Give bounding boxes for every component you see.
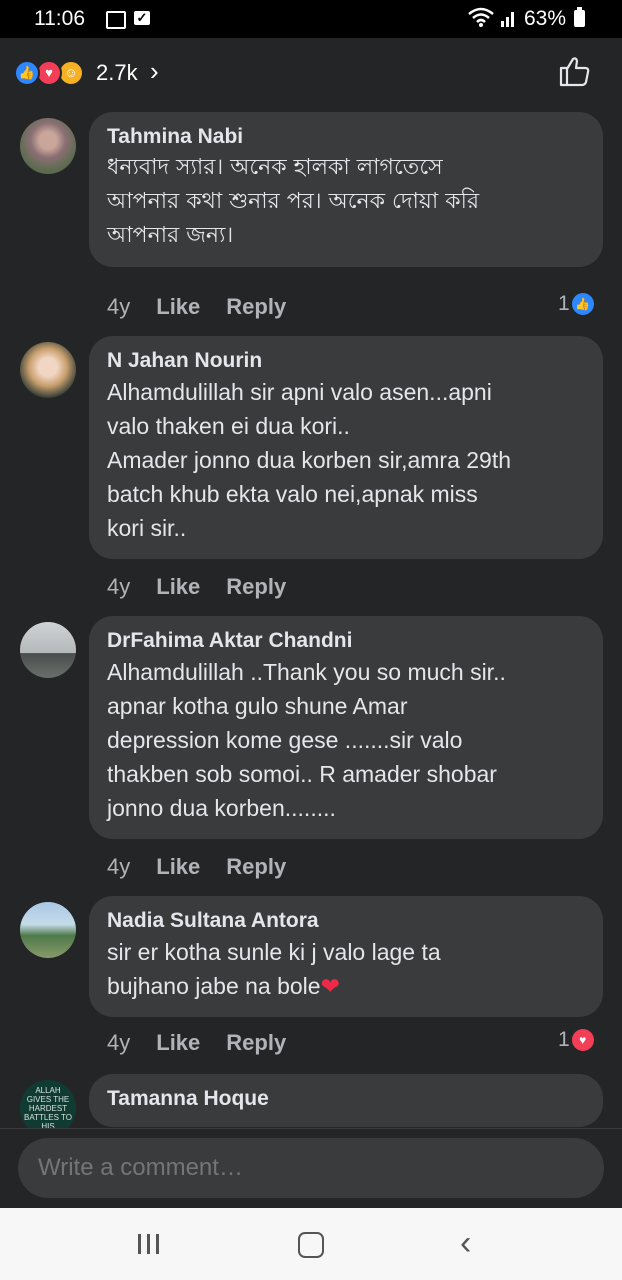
comment-bubble[interactable]: Nadia Sultana Antora sir er kotha sunle … xyxy=(89,896,603,1017)
comment-bubble[interactable]: DrFahima Aktar Chandni Alhamdulillah ..T… xyxy=(89,616,603,839)
chevron-right-icon[interactable]: › xyxy=(150,56,159,87)
comment-bubble[interactable]: Tamanna Hoque xyxy=(89,1074,603,1127)
comment-line: apnar kotha gulo shune Amar xyxy=(107,693,408,719)
comment-list[interactable]: Tahmina Nabi ধন্যবাদ স্যার। অনেক হালকা ল… xyxy=(0,110,622,1130)
home-icon[interactable] xyxy=(298,1232,324,1258)
system-nav-bar: ‹ xyxy=(0,1208,622,1280)
back-icon[interactable]: ‹ xyxy=(460,1226,471,1260)
status-bar: 11:06 ✓ 63% xyxy=(0,0,622,38)
comment-line: Alhamdulillah ..Thank you so much sir.. xyxy=(107,659,506,685)
reaction-count[interactable]: 2.7k xyxy=(96,60,138,86)
comment-line: ধন্যবাদ স্যার। অনেক হালকা লাগতেসে xyxy=(107,155,443,180)
status-time: 11:06 xyxy=(34,7,85,30)
avatar[interactable] xyxy=(20,118,76,174)
image-icon xyxy=(106,11,126,29)
comment-time: 4y xyxy=(107,294,131,319)
avatar[interactable] xyxy=(20,342,76,398)
comment-actions: 4y Like Reply xyxy=(107,1030,312,1056)
love-reaction-icon: ♥ xyxy=(571,1029,594,1052)
heart-icon: ❤ xyxy=(320,973,340,999)
comment-time: 4y xyxy=(107,854,131,879)
comment-reaction-count[interactable]: 1 👍 xyxy=(558,292,594,316)
comment-text: Alhamdulillah sir apni valo asen...apni v… xyxy=(107,375,585,545)
comment-text: Alhamdulillah ..Thank you so much sir.. a… xyxy=(107,655,585,825)
commenter-name[interactable]: Tahmina Nabi xyxy=(107,123,585,151)
comment-line: depression kome gese .......sir valo xyxy=(107,727,463,753)
comment-line: আপনার কথা শুনার পর। অনেক দোয়া করি xyxy=(107,189,480,214)
battery-percent: 63% xyxy=(524,7,567,30)
comment-actions: 4y Like Reply xyxy=(107,294,312,320)
signal-icon xyxy=(501,12,514,27)
battery-icon xyxy=(574,7,585,27)
comment-text: sir er kotha sunle ki j valo lage ta bujh… xyxy=(107,935,585,1003)
comment-line: bujhano jabe na bole xyxy=(107,973,321,999)
comment-line: আপনার জন্য। xyxy=(107,223,234,248)
comment-time: 4y xyxy=(107,1030,131,1055)
reply-button[interactable]: Reply xyxy=(226,1030,286,1055)
comment-bubble[interactable]: Tahmina Nabi ধন্যবাদ স্যার। অনেক হালকা ল… xyxy=(89,112,603,267)
like-reaction-icon: 👍 xyxy=(14,60,40,86)
reply-button[interactable]: Reply xyxy=(226,574,286,599)
commenter-name[interactable]: Tamanna Hoque xyxy=(107,1085,585,1113)
like-button[interactable]: Like xyxy=(156,1030,200,1055)
comment-input[interactable] xyxy=(18,1138,604,1198)
comment-composer xyxy=(0,1128,622,1209)
comment-line: thakben sob somoi.. R amader shobar xyxy=(107,761,497,787)
comment-line: valo thaken ei dua kori.. xyxy=(107,413,350,439)
commenter-name[interactable]: DrFahima Aktar Chandni xyxy=(107,627,585,655)
avatar[interactable] xyxy=(20,902,76,958)
like-button[interactable]: Like xyxy=(156,854,200,879)
comment-line: jonno dua korben........ xyxy=(107,795,336,821)
comment-line: kori sir.. xyxy=(107,515,187,541)
comment-line: Alhamdulillah sir apni valo asen...apni xyxy=(107,379,492,405)
comment-actions: 4y Like Reply xyxy=(107,574,312,600)
like-reaction-icon: 👍 xyxy=(571,293,594,316)
thumbs-up-icon[interactable] xyxy=(558,54,592,88)
reply-button[interactable]: Reply xyxy=(226,294,286,319)
avatar[interactable] xyxy=(20,622,76,678)
comment-text: ধন্যবাদ স্যার। অনেক হালকা লাগতেসে আপনার ক… xyxy=(107,151,585,253)
recent-apps-icon[interactable] xyxy=(136,1232,162,1256)
comment-line: batch khub ekta valo nei,apnak miss xyxy=(107,481,478,507)
commenter-name[interactable]: N Jahan Nourin xyxy=(107,347,585,375)
reactions-bar[interactable]: 👍 ♥ ☺ 2.7k › xyxy=(0,38,622,110)
avatar[interactable]: ALLAH GIVES THE HARDEST BATTLES TO HIS xyxy=(20,1080,76,1130)
like-button[interactable]: Like xyxy=(156,574,200,599)
wifi-icon xyxy=(468,7,494,27)
avatar-text: ALLAH GIVES THE HARDEST BATTLES TO HIS xyxy=(24,1085,73,1131)
comment-time: 4y xyxy=(107,574,131,599)
comment-line: Amader jonno dua korben sir,amra 29th xyxy=(107,447,512,473)
commenter-name[interactable]: Nadia Sultana Antora xyxy=(107,907,585,935)
comment-line: sir er kotha sunle ki j valo lage ta xyxy=(107,939,441,965)
reply-button[interactable]: Reply xyxy=(226,854,286,879)
like-button[interactable]: Like xyxy=(156,294,200,319)
check-icon: ✓ xyxy=(134,11,150,25)
comment-actions: 4y Like Reply xyxy=(107,854,312,880)
comment-bubble[interactable]: N Jahan Nourin Alhamdulillah sir apni va… xyxy=(89,336,603,559)
comment-reaction-count[interactable]: 1 ♥ xyxy=(558,1028,594,1052)
